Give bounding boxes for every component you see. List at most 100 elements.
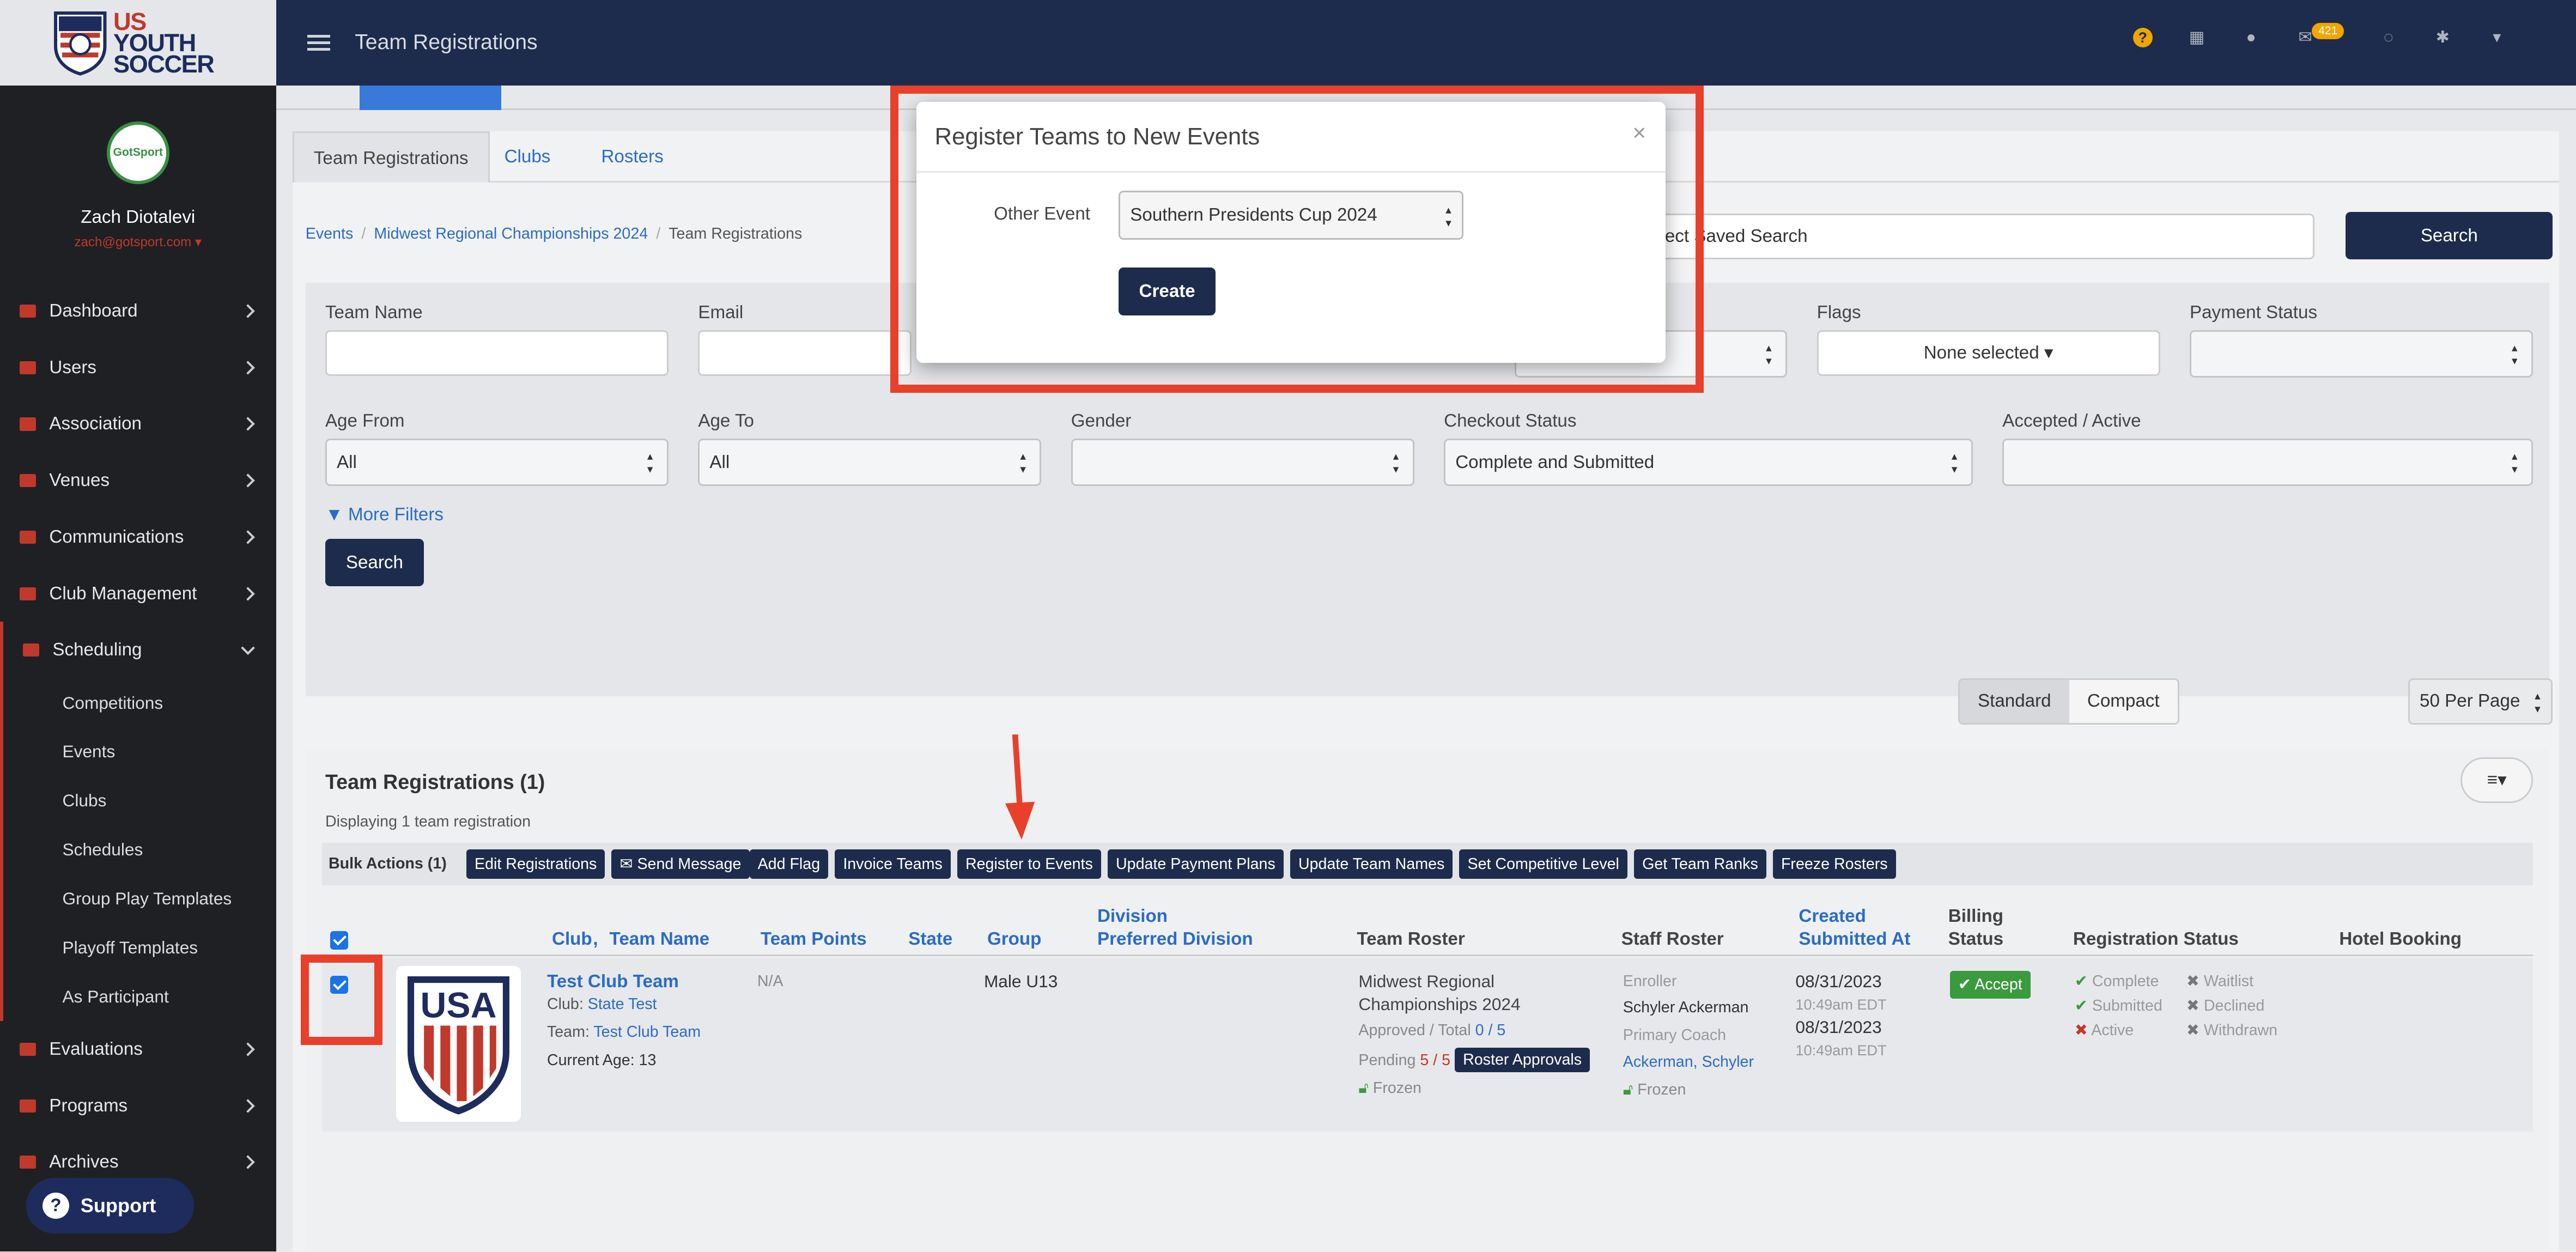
th-division[interactable]: Division xyxy=(1097,905,1168,928)
checkout-status-label: Checkout Status xyxy=(1444,410,1577,431)
select-all-checkbox[interactable] xyxy=(330,931,349,950)
update-payment-plans-button[interactable]: Update Payment Plans xyxy=(1107,849,1284,879)
age-from-select[interactable]: All xyxy=(325,438,669,487)
club-link[interactable]: State Test xyxy=(588,995,657,1013)
sidebar-subitem-events[interactable]: Events xyxy=(0,727,276,776)
payment-status-select[interactable] xyxy=(2189,330,2534,378)
set-competitive-level-button[interactable]: Set Competitive Level xyxy=(1459,849,1627,879)
get-team-ranks-button[interactable]: Get Team Ranks xyxy=(1634,849,1766,879)
th-team-name[interactable]: Team Name xyxy=(610,928,710,951)
team-link[interactable]: Test Club Team xyxy=(593,1023,701,1041)
tab-clubs[interactable]: Clubs xyxy=(484,131,570,182)
edit-registrations-button[interactable]: Edit Registrations xyxy=(466,849,605,879)
freeze-rosters-button[interactable]: Freeze Rosters xyxy=(1772,849,1896,879)
gear-icon[interactable]: ✱ xyxy=(2433,28,2452,47)
sidebar-item-scheduling[interactable]: Scheduling xyxy=(0,622,276,679)
accepted-active-select[interactable] xyxy=(2002,438,2534,487)
sidebar-item-association[interactable]: Association xyxy=(0,396,276,453)
filter-search-button[interactable]: Search xyxy=(325,538,424,587)
sidebar-subitem-schedules[interactable]: Schedules xyxy=(0,825,276,874)
sidebar-subitem-as-participant[interactable]: As Participant xyxy=(0,972,276,1022)
primary-coach-link[interactable]: Ackerman, Schyler xyxy=(1623,1050,1754,1074)
checkout-status-select[interactable]: Complete and Submitted xyxy=(1444,438,1973,487)
team-points: N/A xyxy=(757,972,783,990)
team-name-label: Team Name xyxy=(325,302,423,323)
th-submitted-at[interactable]: Submitted At xyxy=(1799,928,1910,951)
th-created[interactable]: Created xyxy=(1799,905,1866,928)
subtab-registrations[interactable] xyxy=(360,85,501,110)
primary-coach-label: Primary Coach xyxy=(1623,1026,1727,1044)
submitted-date: 08/31/2023 xyxy=(1795,1017,1882,1037)
sidebar-item-club-management[interactable]: Club Management xyxy=(0,566,276,622)
status-active: ✖ Active xyxy=(2074,1022,2134,1040)
status-withdrawn: ✖ Withdrawn xyxy=(2186,1022,2278,1040)
gender-select[interactable] xyxy=(1071,438,1414,487)
saved-search-select[interactable]: elect Saved Search xyxy=(1639,213,2315,260)
sidebar-subitem-playoff-templates[interactable]: Playoff Templates xyxy=(0,923,276,973)
columns-menu-button[interactable]: ≡▾ xyxy=(2460,757,2534,804)
sidebar-subitem-clubs[interactable]: Clubs xyxy=(0,776,276,825)
per-page-select[interactable]: 50 Per Page xyxy=(2408,678,2553,725)
team-name-input[interactable] xyxy=(325,330,669,376)
check-icon: ✔ xyxy=(2074,972,2088,990)
logo-wordmark: US YOUTH SOCCER xyxy=(113,7,215,78)
hamburger-menu-icon[interactable] xyxy=(307,31,330,54)
th-team-points[interactable]: Team Points xyxy=(761,928,867,951)
roster-frozen: 🔓︎ Frozen xyxy=(1358,1079,1421,1097)
accept-badge[interactable]: ✔ Accept xyxy=(1949,970,2031,999)
team-logo[interactable]: USA xyxy=(396,965,521,1122)
th-registration-status: Registration Status xyxy=(2073,929,2239,950)
enroller-value: Schyler Ackerman xyxy=(1623,999,1749,1017)
update-team-names-button[interactable]: Update Team Names xyxy=(1290,849,1453,879)
sidebar-item-programs[interactable]: Programs xyxy=(0,1078,276,1134)
sidebar-subitem-group-play-templates[interactable]: Group Play Templates xyxy=(0,874,276,923)
user-icon[interactable]: ● xyxy=(2241,28,2261,47)
sidebar-item-dashboard[interactable]: Dashboard xyxy=(0,283,276,339)
support-button[interactable]: ? Support xyxy=(26,1177,194,1234)
register-to-events-button[interactable]: Register to Events xyxy=(957,849,1101,879)
send-message-button[interactable]: ✉ Send Message xyxy=(611,849,750,879)
th-club[interactable]: Club xyxy=(552,928,592,951)
sidebar-item-venues[interactable]: Venues xyxy=(0,452,276,509)
th-state[interactable]: State xyxy=(908,928,952,951)
sidebar-item-communications[interactable]: Communications xyxy=(0,509,276,566)
us-youth-soccer-logo[interactable]: US YOUTH SOCCER xyxy=(0,0,276,86)
email-input[interactable] xyxy=(698,330,912,376)
search-button[interactable]: Search xyxy=(2346,211,2553,260)
users-icon xyxy=(20,361,37,374)
user-email-dropdown[interactable]: zach@gotsport.com ▾ xyxy=(0,234,276,250)
annotation-checkbox-highlight xyxy=(300,954,383,1045)
flags-dropdown[interactable]: None selected ▾ xyxy=(1816,330,2160,376)
chat-icon[interactable]: ◌ xyxy=(2379,28,2398,47)
invoice-teams-button[interactable]: Invoice Teams xyxy=(835,849,951,879)
breadcrumb-event[interactable]: Midwest Regional Championships 2024 xyxy=(374,225,648,242)
th-group[interactable]: Group xyxy=(987,928,1041,951)
table-header: Club , Team Name Team Points State Group… xyxy=(321,897,2534,956)
chat-icon xyxy=(20,530,37,544)
sidebar-subitem-competitions[interactable]: Competitions xyxy=(0,678,276,727)
billing-status: ✔ Accept xyxy=(1949,970,2031,999)
help-icon[interactable]: ? xyxy=(2133,28,2153,48)
qr-code-icon[interactable]: ▦ xyxy=(2187,28,2207,47)
roster-approvals-button[interactable]: Roster Approvals xyxy=(1455,1048,1590,1072)
age-from-label: Age From xyxy=(325,410,405,431)
team-name-link[interactable]: Test Club Team xyxy=(547,969,679,994)
th-preferred-division[interactable]: Preferred Division xyxy=(1097,928,1253,951)
x-icon: ✖ xyxy=(2186,1022,2200,1040)
th-hotel-booking: Hotel Booking xyxy=(2339,929,2462,950)
tab-rosters[interactable]: Rosters xyxy=(581,131,683,182)
submitted-time: 10:49am EDT xyxy=(1795,1042,1887,1059)
standard-view-button[interactable]: Standard xyxy=(1959,680,2069,723)
age-to-select[interactable]: All xyxy=(698,438,1042,487)
tab-team-registrations[interactable]: Team Registrations xyxy=(292,131,490,183)
breadcrumb-events[interactable]: Events xyxy=(306,225,354,242)
more-filters-link[interactable]: ▼ More Filters xyxy=(325,505,443,525)
approved-link[interactable]: 0 / 5 xyxy=(1475,1022,1506,1039)
compact-view-button[interactable]: Compact xyxy=(2069,680,2178,723)
flag-icon[interactable]: ▾ xyxy=(2487,28,2507,47)
topbar-icons: ? ▦ ● ✉ 421 ◌ ✱ ▾ xyxy=(2098,23,2507,48)
sidebar-item-users[interactable]: Users xyxy=(0,339,276,396)
add-flag-button[interactable]: Add Flag xyxy=(749,849,829,879)
sidebar-item-evaluations[interactable]: Evaluations xyxy=(0,1021,276,1078)
avatar[interactable]: GotSport xyxy=(106,121,169,184)
